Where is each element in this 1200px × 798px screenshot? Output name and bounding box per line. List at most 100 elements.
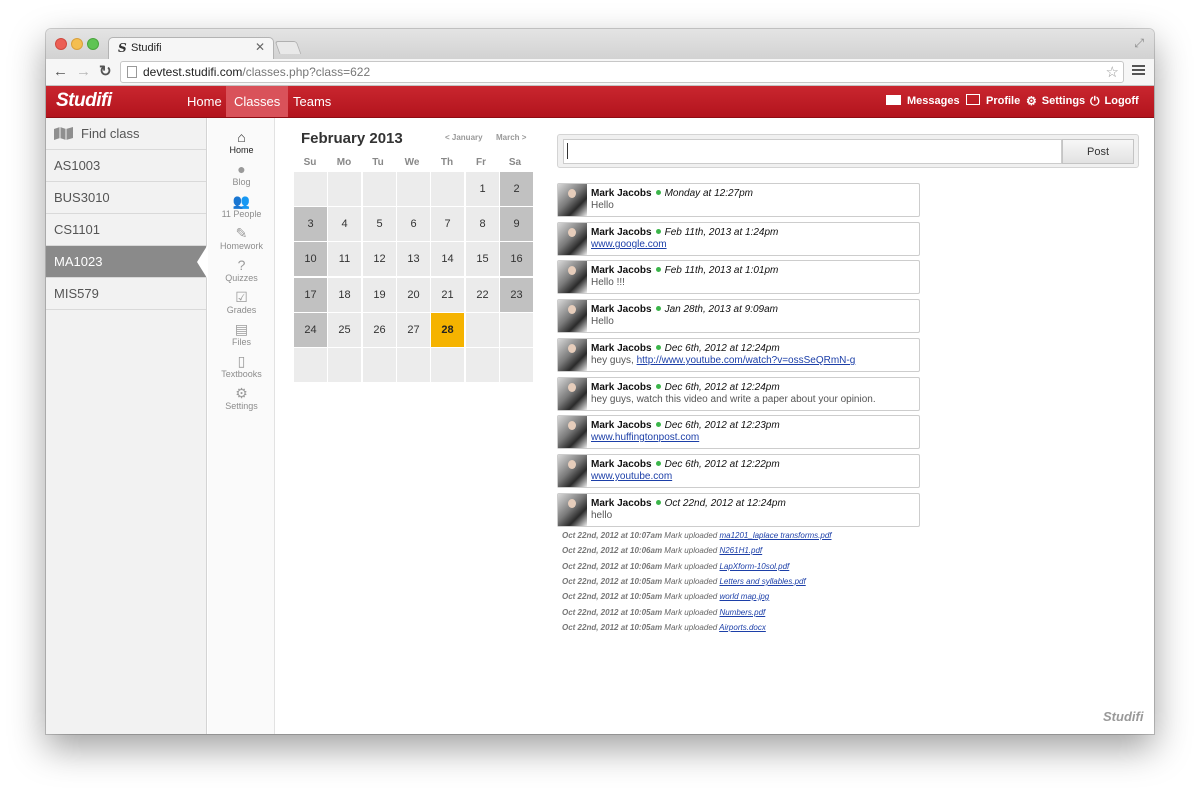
calendar-day[interactable]: 26 [363,313,396,347]
post-author[interactable]: Mark Jacobs [591,227,652,238]
calendar-day[interactable]: 13 [397,242,430,276]
back-arrow-icon[interactable]: ← [53,63,68,81]
upload-file-link[interactable]: LapXform-10sol.pdf [719,562,789,571]
calendar-day[interactable]: 11 [328,242,361,276]
post-link[interactable]: http://www.youtube.com/watch?v=ossSeQRmN… [637,355,856,366]
class-item-bus3010[interactable]: BUS3010 [46,182,206,214]
post-link[interactable]: www.youtube.com [591,471,672,482]
avatar[interactable] [558,300,587,332]
rail-home[interactable]: ⌂ Home [208,129,275,155]
reload-icon[interactable]: ↻ [99,63,112,81]
avatar[interactable] [558,494,587,526]
calendar-prev-month[interactable]: < January [445,133,483,142]
calendar-day[interactable]: 24 [294,313,327,347]
calendar-day[interactable]: 6 [397,207,430,241]
post-author[interactable]: Mark Jacobs [591,265,652,276]
calendar-day[interactable]: 3 [294,207,327,241]
post-link[interactable]: www.google.com [591,239,667,250]
nav-teams[interactable]: Teams [285,86,339,117]
calendar-day[interactable]: 8 [466,207,499,241]
class-item-mis579[interactable]: MIS579 [46,278,206,310]
forward-arrow-icon[interactable]: → [76,63,91,81]
post-author[interactable]: Mark Jacobs [591,498,652,509]
browser-menu-icon[interactable] [1132,65,1145,77]
weekday-fr: Fr [476,157,486,168]
post-body: hey guys, watch this video and write a p… [591,394,876,405]
studifi-logo[interactable]: Studifi [56,90,112,112]
nav-classes[interactable]: Classes [226,86,289,117]
calendar-day[interactable]: 12 [363,242,396,276]
rail-homework[interactable]: ✎ Homework [208,225,275,251]
calendar-day[interactable]: 19 [363,278,396,312]
upload-file-link[interactable]: N261H1.pdf [719,546,762,555]
post-author[interactable]: Mark Jacobs [591,304,652,315]
calendar-day[interactable]: 14 [431,242,464,276]
upload-file-link[interactable]: Letters and syllables.pdf [719,577,805,586]
calendar-day[interactable]: 16 [500,242,533,276]
class-item-as1003[interactable]: AS1003 [46,150,206,182]
url-text[interactable]: devtest.studifi.com/classes.php?class=62… [143,65,370,79]
messages-link[interactable]: Messages [886,86,960,117]
profile-link[interactable]: Profile [966,86,1020,117]
post-input[interactable] [563,139,1062,164]
post-button[interactable]: Post [1062,139,1134,164]
calendar-day[interactable]: 5 [363,207,396,241]
upload-file-link[interactable]: world map.jpg [719,592,769,601]
rail-settings[interactable]: ⚙ Settings [208,385,275,411]
bookmark-star-icon[interactable]: ☆ [1106,63,1119,81]
nav-home[interactable]: Home [179,86,230,117]
calendar-day[interactable]: 27 [397,313,430,347]
tab-close-icon[interactable]: ✕ [255,40,265,54]
post-author[interactable]: Mark Jacobs [591,459,652,470]
rail-files[interactable]: ▤ Files [208,321,275,347]
find-class-button[interactable]: Find class [46,118,206,150]
minimize-window-button[interactable] [71,38,83,50]
rail-people[interactable]: 👥 11 People [208,193,275,219]
rail-blog[interactable]: ● Blog [208,161,275,187]
post-link[interactable]: www.huffingtonpost.com [591,432,699,443]
rail-textbooks[interactable]: ▯ Textbooks [208,353,275,379]
calendar-day[interactable]: 17 [294,278,327,312]
upload-file-link[interactable]: ma1201_laplace transforms.pdf [719,531,831,540]
post-author[interactable]: Mark Jacobs [591,343,652,354]
fullscreen-icon[interactable]: ⤢ [1134,36,1144,51]
calendar-next-month[interactable]: March > [496,133,526,142]
logoff-link[interactable]: ⏻ Logoff [1090,86,1139,117]
browser-tab[interactable]: S Studifi ✕ [108,37,274,59]
calendar-day[interactable]: 28 [431,313,464,347]
avatar[interactable] [558,184,587,216]
upload-file-link[interactable]: Numbers.pdf [719,608,765,617]
calendar-day[interactable]: 9 [500,207,533,241]
address-bar[interactable]: devtest.studifi.com/classes.php?class=62… [120,61,1124,83]
post-author[interactable]: Mark Jacobs [591,382,652,393]
calendar-day[interactable]: 1 [466,172,499,206]
rail-quizzes[interactable]: ? Quizzes [208,257,275,283]
new-tab-button[interactable] [274,41,302,54]
close-window-button[interactable] [55,38,67,50]
avatar[interactable] [558,261,587,293]
post-author[interactable]: Mark Jacobs [591,188,652,199]
class-item-ma1023[interactable]: MA1023 [46,246,207,278]
avatar[interactable] [558,455,587,487]
zoom-window-button[interactable] [87,38,99,50]
settings-link[interactable]: ⚙ Settings [1026,86,1085,117]
calendar-day[interactable]: 22 [466,278,499,312]
avatar[interactable] [558,223,587,255]
calendar-day[interactable]: 2 [500,172,533,206]
calendar-day[interactable]: 7 [431,207,464,241]
calendar-day[interactable]: 25 [328,313,361,347]
calendar-day[interactable]: 21 [431,278,464,312]
avatar[interactable] [558,416,587,448]
avatar[interactable] [558,339,587,371]
avatar[interactable] [558,378,587,410]
rail-grades[interactable]: ☑ Grades [208,289,275,315]
post-author[interactable]: Mark Jacobs [591,420,652,431]
calendar-day[interactable]: 15 [466,242,499,276]
calendar-day[interactable]: 23 [500,278,533,312]
class-item-cs1101[interactable]: CS1101 [46,214,206,246]
upload-file-link[interactable]: Airports.docx [719,623,766,632]
calendar-day[interactable]: 20 [397,278,430,312]
calendar-day[interactable]: 18 [328,278,361,312]
calendar-day[interactable]: 10 [294,242,327,276]
calendar-day[interactable]: 4 [328,207,361,241]
